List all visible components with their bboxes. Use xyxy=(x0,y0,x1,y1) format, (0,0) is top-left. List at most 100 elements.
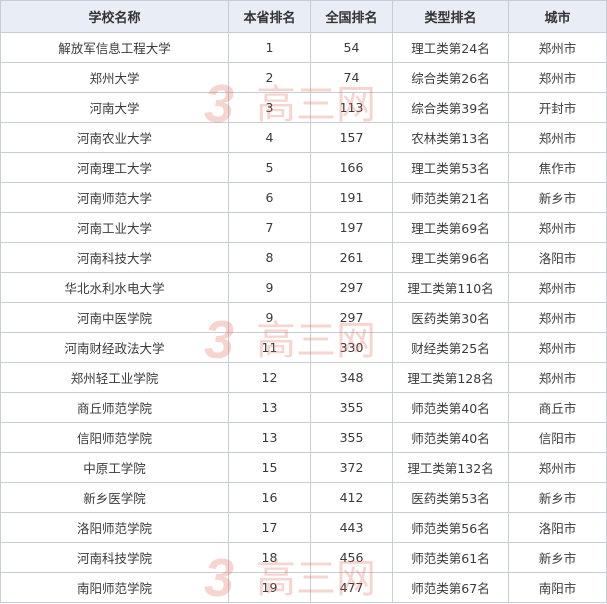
national-rank-cell: 113 xyxy=(310,92,393,123)
school-name-cell: 河南中医学院 xyxy=(0,302,229,333)
table-row: 华北水利水电大学 9 297 理工类第110名 郑州市 xyxy=(0,272,607,303)
city-cell: 郑州市 xyxy=(508,332,607,363)
table-row: 商丘师范学院 13 355 师范类第40名 商丘市 xyxy=(0,392,607,423)
national-rank-cell: 443 xyxy=(310,512,393,543)
city-cell: 焦作市 xyxy=(508,152,607,183)
type-rank-cell: 理工类第53名 xyxy=(392,152,509,183)
national-rank-cell: 166 xyxy=(310,152,393,183)
type-rank-cell: 理工类第110名 xyxy=(392,272,509,303)
school-name-cell: 中原工学院 xyxy=(0,452,229,483)
type-rank-cell: 理工类第128名 xyxy=(392,362,509,393)
school-name-cell: 河南财经政法大学 xyxy=(0,332,229,363)
table-header: 学校名称 本省排名 全国排名 类型排名 城市 xyxy=(0,0,607,33)
school-name-cell: 河南理工大学 xyxy=(0,152,229,183)
city-cell: 郑州市 xyxy=(508,32,607,63)
national-rank-cell: 348 xyxy=(310,362,393,393)
header-province-rank: 本省排名 xyxy=(228,0,311,33)
type-rank-cell: 师范类第56名 xyxy=(392,512,509,543)
school-name-cell: 南阳师范学院 xyxy=(0,572,229,603)
city-cell: 新乡市 xyxy=(508,542,607,573)
province-rank-cell: 13 xyxy=(228,422,311,453)
national-rank-cell: 412 xyxy=(310,482,393,513)
city-cell: 信阳市 xyxy=(508,422,607,453)
city-cell: 洛阳市 xyxy=(508,242,607,273)
type-rank-cell: 医药类第53名 xyxy=(392,482,509,513)
type-rank-cell: 师范类第61名 xyxy=(392,542,509,573)
national-rank-cell: 297 xyxy=(310,302,393,333)
school-name-cell: 河南工业大学 xyxy=(0,212,229,243)
province-rank-cell: 5 xyxy=(228,152,311,183)
city-cell: 郑州市 xyxy=(508,272,607,303)
city-cell: 南阳市 xyxy=(508,572,607,603)
school-name-cell: 洛阳师范学院 xyxy=(0,512,229,543)
national-rank-cell: 355 xyxy=(310,392,393,423)
province-rank-cell: 9 xyxy=(228,302,311,333)
school-name-cell: 河南科技学院 xyxy=(0,542,229,573)
province-rank-cell: 11 xyxy=(228,332,311,363)
type-rank-cell: 师范类第40名 xyxy=(392,392,509,423)
school-name-cell: 郑州轻工业学院 xyxy=(0,362,229,393)
type-rank-cell: 财经类第25名 xyxy=(392,332,509,363)
table-row: 郑州大学 2 74 综合类第26名 郑州市 xyxy=(0,62,607,93)
table-row: 信阳师范学院 13 355 师范类第40名 信阳市 xyxy=(0,422,607,453)
header-city: 城市 xyxy=(508,0,607,33)
province-rank-cell: 8 xyxy=(228,242,311,273)
national-rank-cell: 297 xyxy=(310,272,393,303)
city-cell: 郑州市 xyxy=(508,452,607,483)
type-rank-cell: 理工类第24名 xyxy=(392,32,509,63)
national-rank-cell: 74 xyxy=(310,62,393,93)
city-cell: 开封市 xyxy=(508,92,607,123)
province-rank-cell: 2 xyxy=(228,62,311,93)
province-rank-cell: 4 xyxy=(228,122,311,153)
table-row: 河南中医学院 9 297 医药类第30名 郑州市 xyxy=(0,302,607,333)
type-rank-cell: 师范类第67名 xyxy=(392,572,509,603)
table-row: 河南理工大学 5 166 理工类第53名 焦作市 xyxy=(0,152,607,183)
school-name-cell: 郑州大学 xyxy=(0,62,229,93)
province-rank-cell: 3 xyxy=(228,92,311,123)
header-national-rank: 全国排名 xyxy=(310,0,393,33)
type-rank-cell: 农林类第13名 xyxy=(392,122,509,153)
national-rank-cell: 54 xyxy=(310,32,393,63)
national-rank-cell: 355 xyxy=(310,422,393,453)
table-row: 河南大学 3 113 综合类第39名 开封市 xyxy=(0,92,607,123)
type-rank-cell: 师范类第40名 xyxy=(392,422,509,453)
province-rank-cell: 17 xyxy=(228,512,311,543)
city-cell: 郑州市 xyxy=(508,62,607,93)
province-rank-cell: 6 xyxy=(228,182,311,213)
table-body: 解放军信息工程大学 1 54 理工类第24名 郑州市 郑州大学 2 74 综合类第26名 郑州市河… xyxy=(0,32,607,603)
type-rank-cell: 理工类第96名 xyxy=(392,242,509,273)
header-row: 学校名称 本省排名 全国排名 类型排名 城市 xyxy=(0,0,607,33)
type-rank-cell: 综合类第26名 xyxy=(392,62,509,93)
table-row: 河南师范大学 6 191 师范类第21名 新乡市 xyxy=(0,182,607,213)
table-row: 河南财经政法大学 11 330 财经类第25名 郑州市 xyxy=(0,332,607,363)
province-rank-cell: 16 xyxy=(228,482,311,513)
school-name-cell: 河南大学 xyxy=(0,92,229,123)
university-ranking-table: 学校名称 本省排名 全国排名 类型排名 城市 解放军信息工程大学 1 54 理工类第2… xyxy=(0,0,607,603)
province-rank-cell: 19 xyxy=(228,572,311,603)
school-name-cell: 河南科技大学 xyxy=(0,242,229,273)
city-cell: 郑州市 xyxy=(508,212,607,243)
national-rank-cell: 330 xyxy=(310,332,393,363)
table-row: 河南农业大学 4 157 农林类第13名 郑州市 xyxy=(0,122,607,153)
table-row: 新乡医学院 16 412 医药类第53名 新乡市 xyxy=(0,482,607,513)
header-school-name: 学校名称 xyxy=(0,0,229,33)
national-rank-cell: 191 xyxy=(310,182,393,213)
table-row: 河南科技学院 18 456 师范类第61名 新乡市 xyxy=(0,542,607,573)
school-name-cell: 解放军信息工程大学 xyxy=(0,32,229,63)
province-rank-cell: 13 xyxy=(228,392,311,423)
province-rank-cell: 7 xyxy=(228,212,311,243)
table-row: 郑州轻工业学院 12 348 理工类第128名 郑州市 xyxy=(0,362,607,393)
province-rank-cell: 9 xyxy=(228,272,311,303)
province-rank-cell: 12 xyxy=(228,362,311,393)
city-cell: 郑州市 xyxy=(508,302,607,333)
table-row: 解放军信息工程大学 1 54 理工类第24名 郑州市 xyxy=(0,32,607,63)
header-type-rank: 类型排名 xyxy=(392,0,509,33)
type-rank-cell: 综合类第39名 xyxy=(392,92,509,123)
national-rank-cell: 157 xyxy=(310,122,393,153)
national-rank-cell: 197 xyxy=(310,212,393,243)
type-rank-cell: 医药类第30名 xyxy=(392,302,509,333)
city-cell: 新乡市 xyxy=(508,482,607,513)
province-rank-cell: 15 xyxy=(228,452,311,483)
ranking-table-container: 学校名称 本省排名 全国排名 类型排名 城市 解放军信息工程大学 1 54 理工类第2… xyxy=(0,0,607,604)
province-rank-cell: 1 xyxy=(228,32,311,63)
